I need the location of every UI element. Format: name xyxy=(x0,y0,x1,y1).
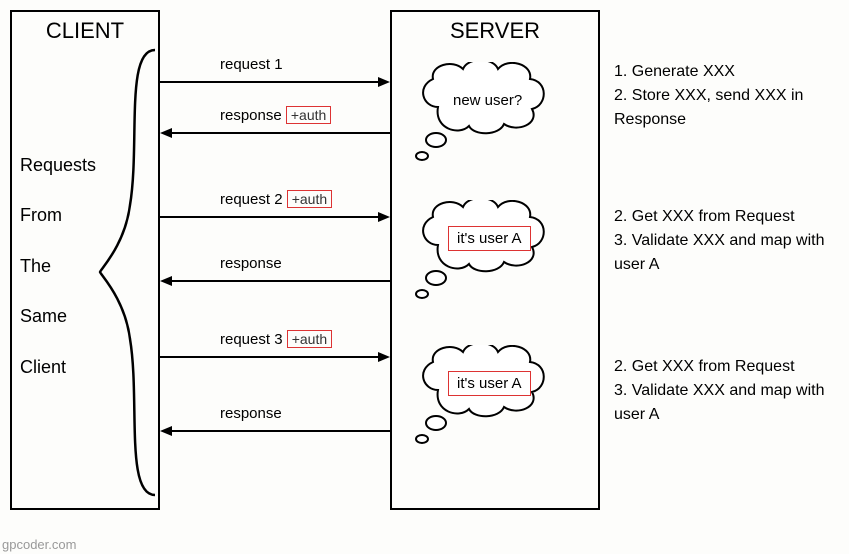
auth-badge: +auth xyxy=(286,106,331,124)
note-line: 2. Store XXX, send XXX in Response xyxy=(614,84,839,132)
thought-cloud-2: it's user A xyxy=(408,200,583,305)
arrow-left-icon xyxy=(160,274,390,288)
notes-block-3: 2. Get XXX from Request 3. Validate XXX … xyxy=(614,355,839,427)
auth-badge: +auth xyxy=(287,330,332,348)
side-label-line: Same xyxy=(20,291,96,341)
arrow-response-2: response xyxy=(160,255,390,293)
side-label: Requests From The Same Client xyxy=(20,140,96,392)
thought-cloud-1: new user? xyxy=(408,62,583,167)
cloud-icon xyxy=(408,62,583,167)
cloud-icon xyxy=(408,200,583,305)
note-line: 2. Get XXX from Request xyxy=(614,355,839,379)
watermark: gpcoder.com xyxy=(2,537,76,552)
arrow-label: response +auth xyxy=(160,106,390,126)
arrow-label: request 2 +auth xyxy=(160,190,390,210)
arrow-label: request 3 +auth xyxy=(160,330,390,350)
arrow-response-3: response xyxy=(160,405,390,443)
arrow-label: response xyxy=(160,255,390,274)
arrow-left-icon xyxy=(160,424,390,438)
cloud-text: it's user A xyxy=(448,371,531,396)
auth-badge: +auth xyxy=(287,190,332,208)
arrow-label-text: request 2 xyxy=(220,191,287,208)
side-label-line: Requests xyxy=(20,140,96,190)
side-label-line: From xyxy=(20,190,96,240)
arrow-request-1: request 1 xyxy=(160,56,390,94)
note-line: 3. Validate XXX and map with user A xyxy=(614,379,839,427)
cloud-text: it's user A xyxy=(448,226,531,251)
thought-cloud-3: it's user A xyxy=(408,345,583,450)
arrow-label-text: request 3 xyxy=(220,331,287,348)
side-label-line: Client xyxy=(20,342,96,392)
note-line: 1. Generate XXX xyxy=(614,60,839,84)
notes-block-2: 2. Get XXX from Request 3. Validate XXX … xyxy=(614,205,839,277)
arrow-request-2: request 2 +auth xyxy=(160,190,390,229)
arrow-label: response xyxy=(160,405,390,424)
cloud-icon xyxy=(408,345,583,450)
arrow-label: request 1 xyxy=(160,56,390,75)
server-title: SERVER xyxy=(392,12,598,44)
client-title: CLIENT xyxy=(12,12,158,44)
cloud-text: new user? xyxy=(453,92,522,109)
side-label-line: The xyxy=(20,241,96,291)
arrow-right-icon xyxy=(160,75,390,89)
arrow-response-1: response +auth xyxy=(160,106,390,145)
notes-block-1: 1. Generate XXX 2. Store XXX, send XXX i… xyxy=(614,60,839,132)
arrow-left-icon xyxy=(160,126,390,140)
arrow-label-text: response xyxy=(220,107,286,124)
arrow-request-3: request 3 +auth xyxy=(160,330,390,369)
note-line: 2. Get XXX from Request xyxy=(614,205,839,229)
curly-brace-icon xyxy=(95,45,165,500)
arrow-right-icon xyxy=(160,350,390,364)
arrow-right-icon xyxy=(160,210,390,224)
note-line: 3. Validate XXX and map with user A xyxy=(614,229,839,277)
